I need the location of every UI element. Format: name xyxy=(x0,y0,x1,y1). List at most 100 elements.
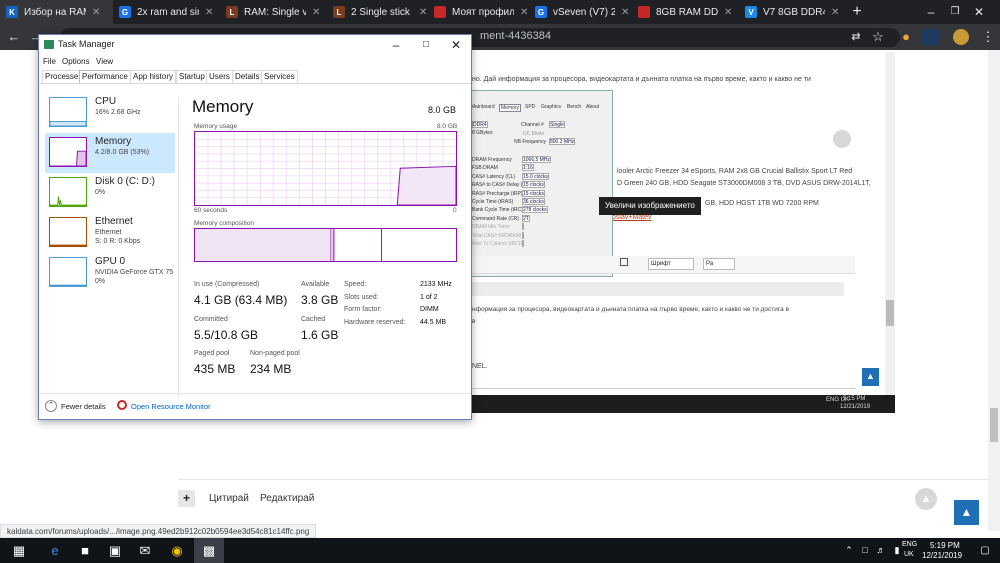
store-icon[interactable]: ▣ xyxy=(100,538,130,563)
cpuz-row-label: FSB:DRAM xyxy=(472,165,498,172)
memory-usage-graph xyxy=(194,131,457,206)
menu-view[interactable]: View xyxy=(96,57,113,66)
tab-close-icon[interactable]: ✕ xyxy=(312,7,320,18)
close-icon[interactable]: ✕ xyxy=(956,0,1000,24)
tab-close-icon[interactable]: ✕ xyxy=(92,7,100,18)
menu-icon[interactable]: ⋮ xyxy=(978,24,998,50)
cpuz-row-value: 15 clocks xyxy=(522,189,545,197)
cpuz-row-label: Total CAS# (tRDRAM) xyxy=(472,232,522,239)
cpuz-nbfreq-value: 800.2 MHz xyxy=(549,138,576,145)
browser-tab[interactable]: L 2 Single stick RA ✕ xyxy=(327,0,428,24)
cpuz-row-value xyxy=(522,240,524,247)
inner-size-select: Ра xyxy=(703,258,735,270)
cpuz-row-label: Command Rate (CR) xyxy=(472,215,519,222)
form-factor-label: Form factor: xyxy=(344,306,382,313)
tab-close-icon[interactable]: ✕ xyxy=(419,7,427,18)
start-icon[interactable]: ▦ xyxy=(4,538,34,563)
task-manager-titlebar[interactable]: Task Manager – □ ✕ xyxy=(39,35,471,55)
notification-icon[interactable]: ▢ xyxy=(970,538,1000,563)
sidebar-item-disk[interactable]: Disk 0 (C: D:) 0% xyxy=(45,173,175,213)
mail-icon[interactable]: ✉ xyxy=(130,538,160,563)
taskbar-time[interactable]: 5:19 PM xyxy=(930,541,960,550)
tab-title: 2x ram and singl xyxy=(137,6,199,18)
taskbar-date[interactable]: 12/21/2019 xyxy=(922,551,962,560)
inner-font-select: Шрифт xyxy=(648,258,694,270)
tab-startup[interactable]: Startup xyxy=(176,70,208,83)
tab-services[interactable]: Services xyxy=(261,70,298,83)
tab-performance[interactable]: Performance xyxy=(79,70,131,83)
sidebar-thumbnail-line xyxy=(50,284,86,286)
tab-favicon-icon: G xyxy=(119,6,131,18)
extension-off-icon[interactable] xyxy=(921,29,939,45)
inner-quote-text: нформация за процесора, видеокартата и д… xyxy=(472,306,790,313)
tab-app-history[interactable]: App history xyxy=(130,70,177,83)
back-icon[interactable]: ← xyxy=(4,24,24,50)
file-explorer-icon[interactable]: ■ xyxy=(70,538,100,563)
cpuz-type-value: DDR4 xyxy=(472,121,488,128)
browser-tab[interactable]: 8GB RAM DDR4 ✕ xyxy=(632,0,739,24)
tab-users[interactable]: Users xyxy=(206,70,233,83)
page-scrollbar-thumb[interactable] xyxy=(990,408,998,442)
speed-value: 2133 MHz xyxy=(420,281,452,288)
bookmark-star-icon[interactable]: ☆ xyxy=(868,24,888,50)
sidebar-thumbnail-line xyxy=(50,244,86,246)
page-scrollbar[interactable] xyxy=(988,50,1000,531)
menu-options[interactable]: Options xyxy=(62,57,90,66)
sidebar-item-gpu[interactable]: GPU 0 NVIDIA GeForce GTX 75 0% xyxy=(45,253,175,293)
open-resource-monitor-link[interactable]: Open Resource Monitor xyxy=(131,402,211,411)
tab-title: Избор на RAM п xyxy=(24,6,86,18)
cpuz-row-label: Row To Column (tRCD) xyxy=(472,241,525,247)
taskbar-lang[interactable]: ENG xyxy=(902,541,917,548)
add-icon[interactable]: + xyxy=(178,490,195,507)
chrome-icon[interactable]: ◉ xyxy=(162,538,192,563)
inner-clock-date: 12/21/2019 xyxy=(840,404,871,410)
chevron-up-icon[interactable]: ⌃ xyxy=(45,400,57,412)
task-manager-window[interactable]: Task Manager – □ ✕ File Options View Pro… xyxy=(38,34,472,420)
sidebar-item-memory[interactable]: Memory 4.2/8.0 GB (53%) xyxy=(45,133,175,173)
graph-time-right: 0 xyxy=(453,207,457,214)
tab-favicon-icon: G xyxy=(535,6,547,18)
tab-title: Моят профил - xyxy=(452,6,514,18)
translate-icon[interactable]: ⇄ xyxy=(846,24,866,50)
sidebar-item-cpu[interactable]: CPU 16% 2.68 GHz xyxy=(45,93,175,133)
taskbar-lang-region[interactable]: UK xyxy=(904,551,914,558)
tm-close-icon[interactable]: ✕ xyxy=(441,35,471,55)
tm-minimize-icon[interactable]: – xyxy=(381,35,411,55)
tab-close-icon[interactable]: ✕ xyxy=(205,7,213,18)
memory-usage-max: 8.0 GB xyxy=(437,123,458,130)
browser-tab[interactable]: GvSeven (V7) 213 ✕ xyxy=(529,0,632,24)
like-icon[interactable]: ▲ xyxy=(915,488,937,510)
quote-button[interactable]: Цитирай xyxy=(209,493,249,504)
edit-button[interactable]: Редактирай xyxy=(260,493,314,504)
tab-close-icon[interactable]: ✕ xyxy=(724,7,732,18)
sidebar-item-ethernet[interactable]: Ethernet Ethernet S: 0 R: 0 Kbps xyxy=(45,213,175,253)
menu-file[interactable]: File xyxy=(43,57,56,66)
tab-close-icon[interactable]: ✕ xyxy=(520,7,528,18)
fewer-details-link[interactable]: Fewer details xyxy=(61,402,106,411)
browser-tab[interactable]: L RAM: Single vs. D ✕ xyxy=(220,0,327,24)
browser-tab[interactable]: V V7 8GB DDR4 PC ✕ xyxy=(739,0,846,24)
sidebar-item-detail: 16% 2.68 GHz xyxy=(95,109,141,116)
browser-tab[interactable]: K Избор на RAM п ✕ xyxy=(0,0,113,24)
browser-tab[interactable]: Моят профил - ✕ xyxy=(428,0,529,24)
sidebar-divider xyxy=(178,97,179,397)
edge-icon[interactable]: e xyxy=(40,538,70,563)
tab-close-icon[interactable]: ✕ xyxy=(831,7,839,18)
scroll-to-top-icon[interactable]: ▲ xyxy=(954,500,979,525)
tab-details[interactable]: Details xyxy=(232,70,263,83)
profile-avatar[interactable] xyxy=(953,29,969,45)
tab-close-icon[interactable]: ✕ xyxy=(621,7,629,18)
task-manager-taskbar-icon[interactable]: ▩ xyxy=(194,538,224,563)
cpuz-row-label: CAS# Latency (CL) xyxy=(472,173,516,180)
speed-label: Speed: xyxy=(344,281,367,288)
extension-icon[interactable]: ● xyxy=(896,24,916,50)
browser-tab[interactable]: G 2x ram and singl ✕ xyxy=(113,0,220,24)
sidebar-thumbnail-line xyxy=(50,150,86,166)
sidebar-item-detail: 4.2/8.0 GB (53%) xyxy=(95,149,150,156)
tm-maximize-icon[interactable]: □ xyxy=(411,35,441,55)
new-tab-button[interactable]: + xyxy=(848,3,866,21)
inner-like-icon xyxy=(833,130,851,148)
cpuz-channel-value: Single xyxy=(549,121,565,128)
cached-value: 1.6 GB xyxy=(301,328,339,342)
sidebar-thumbnail-line xyxy=(50,196,86,206)
